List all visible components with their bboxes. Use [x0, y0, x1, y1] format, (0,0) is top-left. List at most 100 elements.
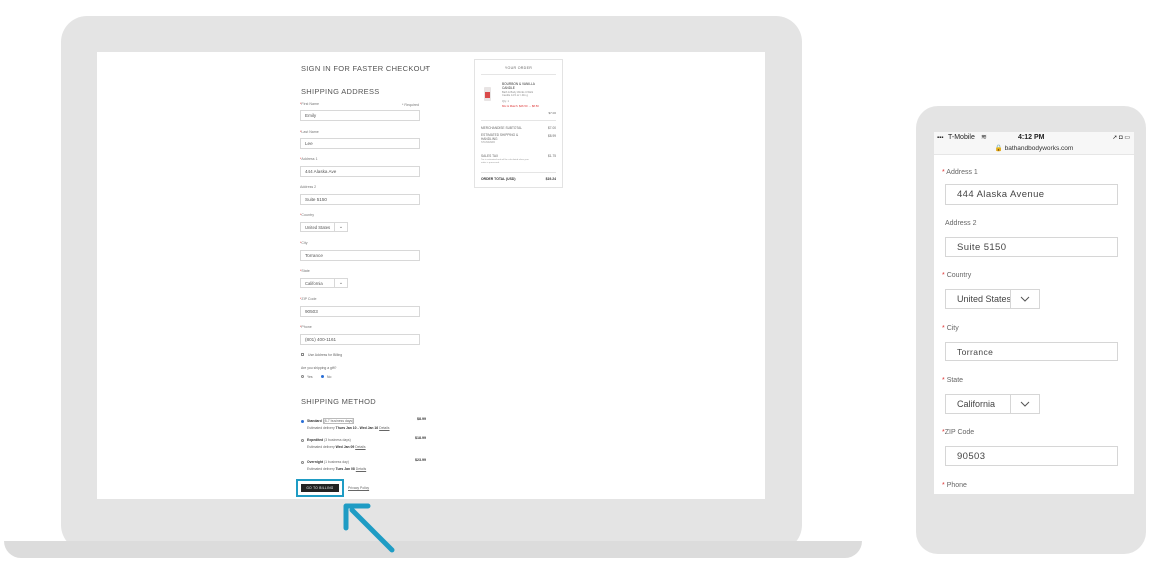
signin-heading[interactable]: SIGN IN FOR FASTER CHECKOUT: [301, 64, 430, 73]
standard-price: $8.99: [417, 417, 426, 421]
order-summary: YOUR ORDER BOURBON & VANILLA CANDLE Bath…: [474, 59, 563, 188]
method-name: Standard: [307, 419, 322, 423]
state-value: California: [305, 280, 323, 286]
chevron-down-icon: [1010, 290, 1039, 308]
item-name: BOURBON & VANILLA CANDLE: [502, 82, 535, 90]
last-name-label: *Last Name: [300, 130, 319, 134]
city-label: *City: [300, 241, 308, 245]
go-to-billing-button[interactable]: GO TO BILLING: [301, 484, 339, 492]
status-bar: ▪▪▪ T-Mobile ≋ 4:12 PM ➚ ◘ ▭ 🔒 bathandbo…: [934, 132, 1134, 155]
signal-icon: ▪▪▪: [937, 135, 944, 141]
subtotal-row: MERCHANDISE SUBTOTAL $7.00: [481, 126, 556, 130]
phone-label: * Phone: [942, 482, 967, 489]
city-label: * City: [942, 325, 959, 332]
address2-field[interactable]: Suite 5150: [300, 194, 420, 205]
state-select[interactable]: California: [945, 394, 1040, 414]
item-promo: Mix & Match: $26.50 → $8.50: [502, 104, 539, 108]
country-label: *Country: [300, 213, 314, 217]
phone-label: *Phone: [300, 325, 312, 329]
clock-time: 4:12 PM: [1018, 134, 1045, 141]
zip-field[interactable]: 90503: [300, 306, 420, 317]
overnight-price: $23.99: [415, 458, 426, 462]
address1-label: *Address 1: [300, 157, 318, 161]
order-title: YOUR ORDER: [504, 66, 533, 70]
item-price: $7.00: [548, 111, 556, 115]
overnight-delivery: Estimated delivery Tues Jan 08 Details: [307, 467, 367, 471]
shipping-address-heading: SHIPPING ADDRESS: [301, 87, 380, 96]
tax-row: SALES TAX $1.75: [481, 154, 556, 158]
url-text: bathandbodyworks.com: [1004, 145, 1074, 152]
address2-label: Address 2: [300, 185, 317, 189]
expedited-radio[interactable]: [301, 439, 304, 442]
zip-field[interactable]: 90503: [945, 446, 1118, 466]
laptop-base: [4, 541, 862, 558]
city-field[interactable]: Torrance: [945, 342, 1118, 361]
first-name-label: *First Name: [300, 102, 319, 106]
last-name-field[interactable]: Lee: [300, 138, 420, 149]
address2-label: Address 2: [945, 220, 977, 227]
country-label: * Country: [942, 272, 972, 279]
country-select[interactable]: United States: [945, 289, 1040, 309]
required-note: * Required: [402, 103, 419, 107]
gift-no-radio[interactable]: [321, 375, 324, 378]
overnight-option[interactable]: Overnight (1 business day): [307, 460, 349, 464]
state-label: *State: [300, 269, 310, 273]
carrier: T-Mobile: [948, 134, 975, 141]
billing-checkbox-label: Use Address for Billing: [308, 353, 343, 357]
chevron-down-icon: ⌄: [334, 223, 347, 231]
chevron-down-icon: [1010, 395, 1039, 413]
item-description: Bath & Body Works 3-Wick Candle 14.5 oz …: [502, 91, 534, 98]
chevron-down-icon: ⌄: [334, 279, 347, 287]
details-link[interactable]: Details: [355, 445, 365, 449]
country-value: United States: [305, 224, 331, 230]
phone-field[interactable]: (801) 400-1161: [300, 334, 420, 345]
chevron-down-icon[interactable]: ⌄: [423, 63, 429, 71]
gift-question: Are you shipping a gift?: [301, 366, 337, 370]
candle-image: [484, 87, 491, 101]
expedited-delivery: Estimated delivery Wed Jan 09 Details: [307, 445, 366, 449]
details-link[interactable]: Details: [379, 426, 389, 430]
pointer-arrow-icon: [343, 503, 395, 553]
total-row: ORDER TOTAL (USD) $19.24: [481, 177, 556, 181]
address2-field[interactable]: Suite 5150: [945, 237, 1118, 257]
method-days: (3 business days): [324, 438, 351, 442]
item-qty: Qty: 1: [502, 100, 509, 103]
billing-checkbox[interactable]: [301, 353, 305, 357]
method-name: Expedited: [307, 438, 324, 442]
url-bar[interactable]: 🔒 bathandbodyworks.com: [934, 144, 1134, 152]
privacy-policy-link[interactable]: Privacy Policy: [348, 486, 369, 490]
standard-option[interactable]: Standard (5-7 business days): [307, 418, 355, 424]
zip-label: *ZIP Code: [300, 297, 317, 301]
address1-label: * Address 1: [942, 169, 978, 176]
address1-field[interactable]: 444 Alaska Ave: [300, 166, 420, 177]
lock-icon: 🔒: [994, 145, 1003, 152]
standard-delivery: Estimated delivery Thurs Jan 10 - Wed Ja…: [307, 426, 390, 430]
country-value: United States: [957, 294, 1012, 304]
laptop-screen: SIGN IN FOR FASTER CHECKOUT ⌄ SHIPPING A…: [97, 52, 765, 499]
address1-field[interactable]: 444 Alaska Avenue: [945, 184, 1118, 205]
expedited-option[interactable]: Expedited (3 business days): [307, 438, 351, 442]
gift-no-label: No: [327, 375, 332, 379]
details-link[interactable]: Details: [356, 467, 366, 471]
gift-yes-radio[interactable]: [301, 375, 304, 378]
shipping-sub: STANDARD: [481, 141, 496, 144]
first-name-field[interactable]: Emily: [300, 110, 420, 121]
country-select[interactable]: United States ⌄: [300, 222, 348, 232]
shipping-method-heading: SHIPPING METHOD: [301, 397, 376, 406]
method-name: Overnight: [307, 460, 324, 464]
gift-yes-label: Yes: [307, 375, 313, 379]
method-days: (1 business day): [323, 460, 349, 464]
state-value: California: [957, 399, 996, 409]
wifi-icon: ≋: [981, 134, 987, 141]
candle-label: [485, 92, 490, 98]
tax-note: Tax is estimated and will be calculated …: [481, 159, 529, 164]
standard-radio[interactable]: [301, 420, 304, 423]
state-select[interactable]: California ⌄: [300, 278, 348, 288]
phone-screen: ▪▪▪ T-Mobile ≋ 4:12 PM ➚ ◘ ▭ 🔒 bathandbo…: [934, 132, 1134, 494]
state-label: * State: [942, 377, 964, 384]
method-days: (5-7 business days): [322, 418, 355, 424]
zip-label: *ZIP Code: [942, 429, 975, 436]
expedited-price: $18.99: [415, 436, 426, 440]
overnight-radio[interactable]: [301, 461, 304, 464]
city-field[interactable]: Torrance: [300, 250, 420, 261]
